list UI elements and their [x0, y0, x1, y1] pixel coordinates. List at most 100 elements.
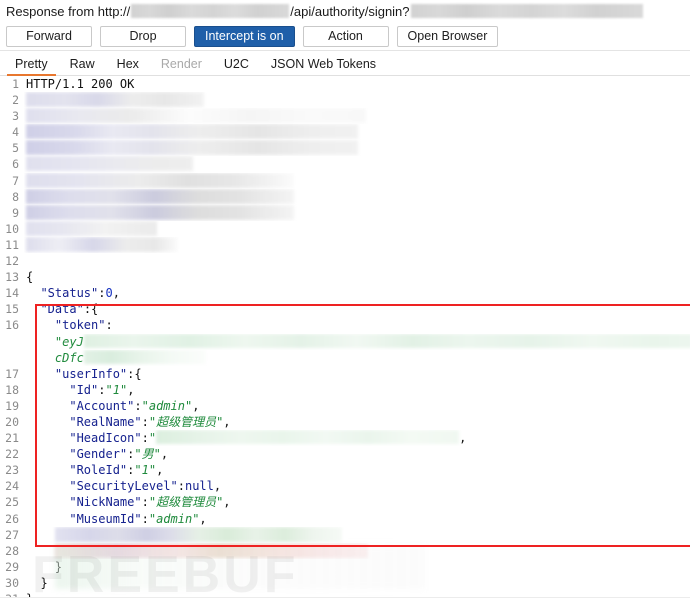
token-value-prefix: cDfc	[54, 350, 84, 365]
toolbar-button-open-browser[interactable]: Open Browser	[396, 25, 499, 47]
redacted-header-bar	[26, 204, 294, 220]
code-line-content: "NickName":"超级管理员",	[24, 494, 690, 510]
json-separator: :	[141, 431, 149, 446]
code-line-content: "SecurityLevel":null,	[24, 478, 690, 494]
json-tail: ,	[223, 414, 231, 429]
code-line-content: "Data":{	[24, 301, 690, 317]
code-line: 19 "Account":"admin",	[0, 398, 690, 414]
redacted-host	[131, 4, 290, 18]
json-tail: ,	[213, 479, 222, 494]
code-line-content: HTTP/1.1 200 OK	[24, 76, 690, 92]
line-number: 9	[12, 205, 19, 220]
code-line: 15 "Data":{	[0, 301, 690, 317]
code-line: 5	[0, 140, 690, 156]
code-line: 6	[0, 156, 690, 172]
json-key: "Data"	[40, 302, 84, 317]
json-string-open-quote: "	[148, 431, 157, 446]
code-line: 11	[0, 236, 690, 253]
redacted-token-bar	[83, 333, 690, 348]
code-line: 25 "NickName":"超级管理员",	[0, 494, 690, 510]
code-line-content	[24, 172, 690, 189]
json-key: "SecurityLevel"	[69, 479, 178, 494]
json-value: "男"	[134, 447, 161, 462]
line-number: 1	[12, 77, 19, 91]
tab-raw[interactable]: Raw	[59, 55, 106, 75]
line-number: 13	[5, 270, 19, 285]
code-text-plain: HTTP/1.1 200 OK	[26, 77, 135, 91]
redacted-header-bar	[26, 124, 358, 140]
code-line-content	[24, 156, 690, 172]
code-line: 16 "token":	[0, 317, 690, 333]
toolbar-button-forward[interactable]: Forward	[6, 25, 92, 47]
tab-u2c[interactable]: U2C	[213, 55, 260, 75]
toolbar-button-drop[interactable]: Drop	[100, 25, 186, 47]
line-number: 21	[5, 431, 19, 446]
json-tail: ,	[192, 398, 200, 413]
response-code-view[interactable]: 1 HTTP/1.1 200 OK 2 3 4 5 6 7 8 9 10 11 12 13{14 "Sta…	[0, 76, 690, 607]
json-tail: ,	[459, 431, 467, 446]
json-tail: ,	[199, 511, 207, 526]
redacted-field-bar	[54, 526, 342, 542]
code-line-content	[24, 124, 690, 140]
code-line: 12	[0, 253, 690, 269]
code-line-content	[24, 92, 690, 108]
line-number: 7	[12, 173, 19, 188]
code-line-content: "Account":"admin",	[24, 398, 690, 414]
code-line-content	[24, 188, 690, 205]
code-line-content: "Status":0,	[24, 285, 690, 301]
code-line-content	[24, 220, 690, 237]
code-line: 23 "RoleId":"1",	[0, 462, 690, 478]
json-value: "1"	[134, 463, 157, 478]
code-line: 22 "Gender":"男",	[0, 446, 690, 462]
line-number: 8	[12, 189, 19, 204]
tab-hex[interactable]: Hex	[106, 55, 150, 75]
code-line: "eyJ	[0, 333, 690, 350]
intercept-toolbar: Forward Drop Intercept is on Action Open Bro…	[0, 22, 690, 51]
line-number: 14	[5, 286, 19, 301]
code-line-content: "userInfo":{	[24, 366, 690, 382]
line-number: 29	[5, 559, 19, 574]
code-line: 3	[0, 108, 690, 124]
code-line: 1 HTTP/1.1 200 OK	[0, 76, 690, 92]
json-separator: :	[105, 318, 113, 333]
json-value: "admin"	[141, 398, 193, 413]
code-line: 29 }	[0, 559, 690, 575]
code-line-content	[24, 526, 690, 543]
tab-pretty[interactable]: Pretty	[4, 55, 59, 76]
redacted-header-bar	[26, 92, 204, 108]
line-number: 5	[12, 141, 19, 156]
json-tail: ,	[127, 382, 135, 397]
toolbar-button-action[interactable]: Action	[302, 25, 389, 47]
line-number: 10	[5, 221, 19, 236]
json-key: "token"	[54, 318, 106, 333]
code-line: 28	[0, 542, 690, 559]
redacted-token-bar	[83, 349, 206, 364]
json-separator: :	[177, 479, 185, 494]
line-number: 26	[5, 511, 19, 526]
code-line: 18 "Id":"1",	[0, 382, 690, 398]
code-text-plain: }	[26, 575, 48, 590]
response-header-prefix: Response from http://	[6, 3, 131, 19]
tab-json-web-tokens[interactable]: JSON Web Tokens	[260, 55, 387, 75]
code-line-content	[24, 204, 690, 221]
code-line: 10	[0, 220, 690, 237]
line-number: 6	[12, 157, 19, 172]
code-line-content	[24, 236, 690, 253]
redacted-header-bar	[26, 156, 193, 172]
toolbar-button-intercept-is-on[interactable]: Intercept is on	[194, 25, 295, 47]
json-value: "超级管理员"	[148, 414, 224, 429]
line-number: 24	[5, 479, 19, 494]
code-line: 30 }	[0, 575, 690, 591]
line-number: 23	[5, 463, 19, 478]
line-number: 27	[5, 527, 19, 542]
code-line-content: "Gender":"男",	[24, 446, 690, 462]
response-header-path: /api/authority/signin?	[290, 3, 410, 19]
redacted-header-bar	[26, 172, 294, 188]
redacted-field-bar	[54, 542, 368, 558]
